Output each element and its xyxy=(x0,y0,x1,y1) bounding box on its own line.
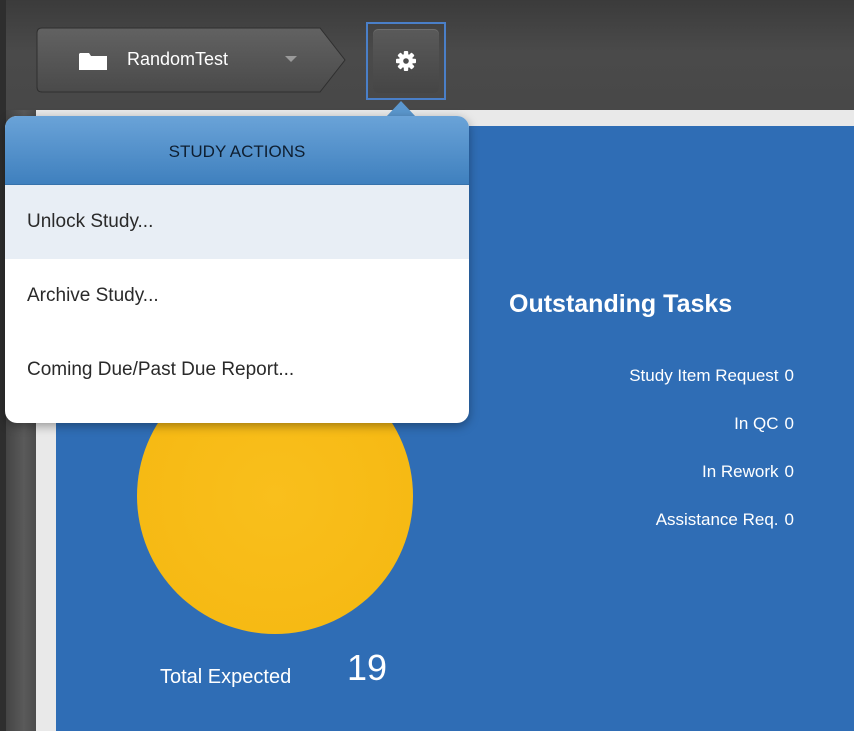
menu-header: STUDY ACTIONS xyxy=(5,116,469,185)
menu-item-unlock-study[interactable]: Unlock Study... xyxy=(5,185,469,259)
outstanding-tasks-title: Outstanding Tasks xyxy=(509,290,733,318)
total-expected-label: Total Expected xyxy=(160,666,292,688)
app-window: RandomTest Outstanding Tasks Study Item … xyxy=(0,0,854,731)
gear-button-face xyxy=(373,29,439,93)
task-row-study-item-request: Study Item Request 0 xyxy=(629,366,794,386)
menu-item-due-report[interactable]: Coming Due/Past Due Report... xyxy=(5,333,469,407)
gear-icon xyxy=(396,51,416,71)
study-actions-menu: STUDY ACTIONS Unlock Study... Archive St… xyxy=(5,116,469,423)
study-actions-gear-button[interactable] xyxy=(366,22,446,100)
task-count: 0 xyxy=(784,414,794,433)
task-count: 0 xyxy=(784,462,794,481)
chevron-down-icon xyxy=(285,56,297,62)
folder-icon xyxy=(79,53,107,70)
task-label: Study Item Request xyxy=(629,366,779,385)
task-label: In QC xyxy=(734,414,779,433)
menu-item-archive-study[interactable]: Archive Study... xyxy=(5,259,469,333)
task-row-assistance-req: Assistance Req. 0 xyxy=(656,510,794,530)
total-expected-value: 19 xyxy=(347,647,388,688)
menu-pointer-arrow xyxy=(386,101,416,117)
study-name-label: RandomTest xyxy=(127,49,229,69)
task-count: 0 xyxy=(784,510,794,529)
task-label: In Rework xyxy=(702,462,779,481)
task-row-in-qc: In QC 0 xyxy=(734,414,794,434)
task-label: Assistance Req. xyxy=(655,510,779,529)
task-row-in-rework: In Rework 0 xyxy=(702,462,794,482)
task-count: 0 xyxy=(784,366,794,385)
